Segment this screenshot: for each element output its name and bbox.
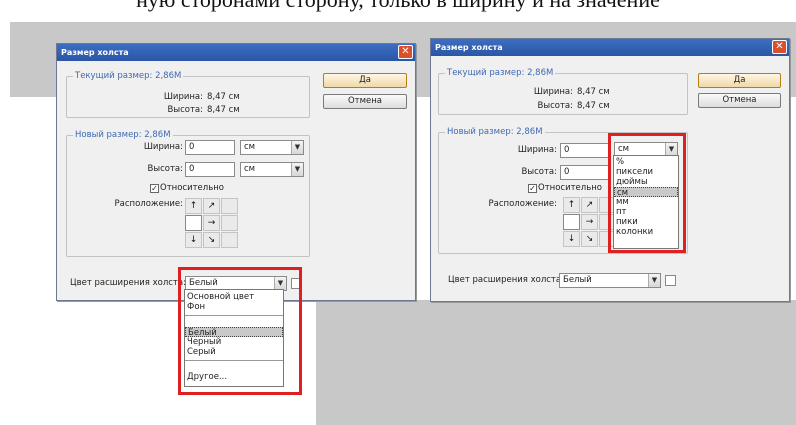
- cancel-button[interactable]: Отмена: [323, 94, 407, 109]
- new-height-unit-value: см: [244, 164, 256, 174]
- anchor-center-cell[interactable]: [563, 214, 580, 230]
- new-height-unit-select[interactable]: см ▼: [240, 162, 304, 177]
- highlight-box: [178, 267, 302, 395]
- checkmark-icon: ✓: [150, 184, 159, 193]
- extension-color-select[interactable]: Белый ▼: [559, 273, 661, 288]
- highlight-box: [608, 133, 686, 253]
- arrow-down-icon[interactable]: ↓: [563, 231, 580, 247]
- ok-button[interactable]: Да: [323, 73, 407, 88]
- current-height-value: 8,47 см: [577, 101, 610, 111]
- new-size-legend: Новый размер: 2,86M: [445, 127, 545, 137]
- anchor-label: Расположение:: [114, 199, 183, 209]
- arrow-down-right-icon[interactable]: ↘: [581, 231, 598, 247]
- anchor-center-cell[interactable]: [185, 215, 202, 231]
- current-width-value: 8,47 см: [577, 87, 610, 97]
- relative-checkbox[interactable]: ✓ Относительно: [150, 183, 224, 193]
- arrow-right-icon[interactable]: →: [581, 214, 598, 230]
- chevron-down-icon: ▼: [291, 141, 303, 154]
- anchor-label: Расположение:: [488, 199, 557, 209]
- canvas-size-dialog-left: Размер холста ✕ Текущий размер: 2,86M Ши…: [56, 43, 416, 301]
- new-width-input[interactable]: 0: [560, 143, 610, 158]
- new-height-input[interactable]: 0: [560, 165, 610, 180]
- arrow-up-icon[interactable]: ↑: [185, 198, 202, 214]
- extension-color-label: Цвет расширения холста:: [448, 275, 564, 285]
- new-width-label: Ширина:: [143, 142, 183, 152]
- dialog-title: Размер холста: [435, 43, 503, 52]
- relative-label: Относительно: [538, 183, 602, 193]
- chevron-down-icon: ▼: [648, 274, 660, 287]
- extension-color-label: Цвет расширения холста:: [70, 278, 186, 288]
- close-icon[interactable]: ✕: [398, 45, 413, 59]
- new-height-label: Высота:: [521, 167, 557, 177]
- arrow-down-right-icon[interactable]: ↘: [203, 232, 220, 248]
- dialog-titlebar: Размер холста ✕: [431, 39, 789, 56]
- current-width-label: Ширина:: [163, 92, 203, 102]
- arrow-down-icon[interactable]: ↓: [185, 232, 202, 248]
- chevron-down-icon: ▼: [291, 163, 303, 176]
- relative-label: Относительно: [160, 183, 224, 193]
- ok-button[interactable]: Да: [698, 73, 781, 88]
- arrow-right-icon[interactable]: →: [203, 215, 220, 231]
- color-swatch[interactable]: [665, 275, 676, 286]
- anchor-cell-empty[interactable]: [221, 232, 238, 248]
- new-height-label: Высота:: [147, 164, 183, 174]
- relative-checkbox[interactable]: ✓ Относительно: [528, 183, 602, 193]
- new-width-input[interactable]: 0: [185, 140, 235, 155]
- current-width-label: Ширина:: [533, 87, 573, 97]
- cancel-button[interactable]: Отмена: [698, 93, 781, 108]
- arrow-up-icon[interactable]: ↑: [563, 197, 580, 213]
- current-height-label: Высота:: [167, 105, 203, 115]
- new-width-unit-value: см: [244, 142, 256, 152]
- anchor-grid: ↑ ↗ → ↓ ↘: [185, 198, 238, 248]
- checkmark-icon: ✓: [528, 184, 537, 193]
- arrow-up-right-icon[interactable]: ↗: [581, 197, 598, 213]
- current-width-value: 8,47 см: [207, 92, 240, 102]
- extension-color-value: Белый: [563, 275, 592, 285]
- current-height-label: Высота:: [537, 101, 573, 111]
- new-width-label: Ширина:: [517, 145, 557, 155]
- current-height-value: 8,47 см: [207, 105, 240, 115]
- arrow-up-right-icon[interactable]: ↗: [203, 198, 220, 214]
- new-size-legend: Новый размер: 2,86M: [73, 130, 173, 140]
- anchor-cell-empty[interactable]: [221, 198, 238, 214]
- background-band-bottom: [316, 300, 796, 425]
- new-width-unit-select[interactable]: см ▼: [240, 140, 304, 155]
- anchor-cell-empty[interactable]: [221, 215, 238, 231]
- dialog-titlebar: Размер холста ✕: [57, 44, 415, 61]
- current-size-legend: Текущий размер: 2,86M: [73, 71, 184, 81]
- new-height-input[interactable]: 0: [185, 162, 235, 177]
- dialog-title: Размер холста: [61, 48, 129, 57]
- close-icon[interactable]: ✕: [772, 40, 787, 54]
- current-size-legend: Текущий размер: 2,86M: [445, 68, 556, 78]
- page-caption: ную сторонами сторону, только в ширину и…: [0, 0, 796, 13]
